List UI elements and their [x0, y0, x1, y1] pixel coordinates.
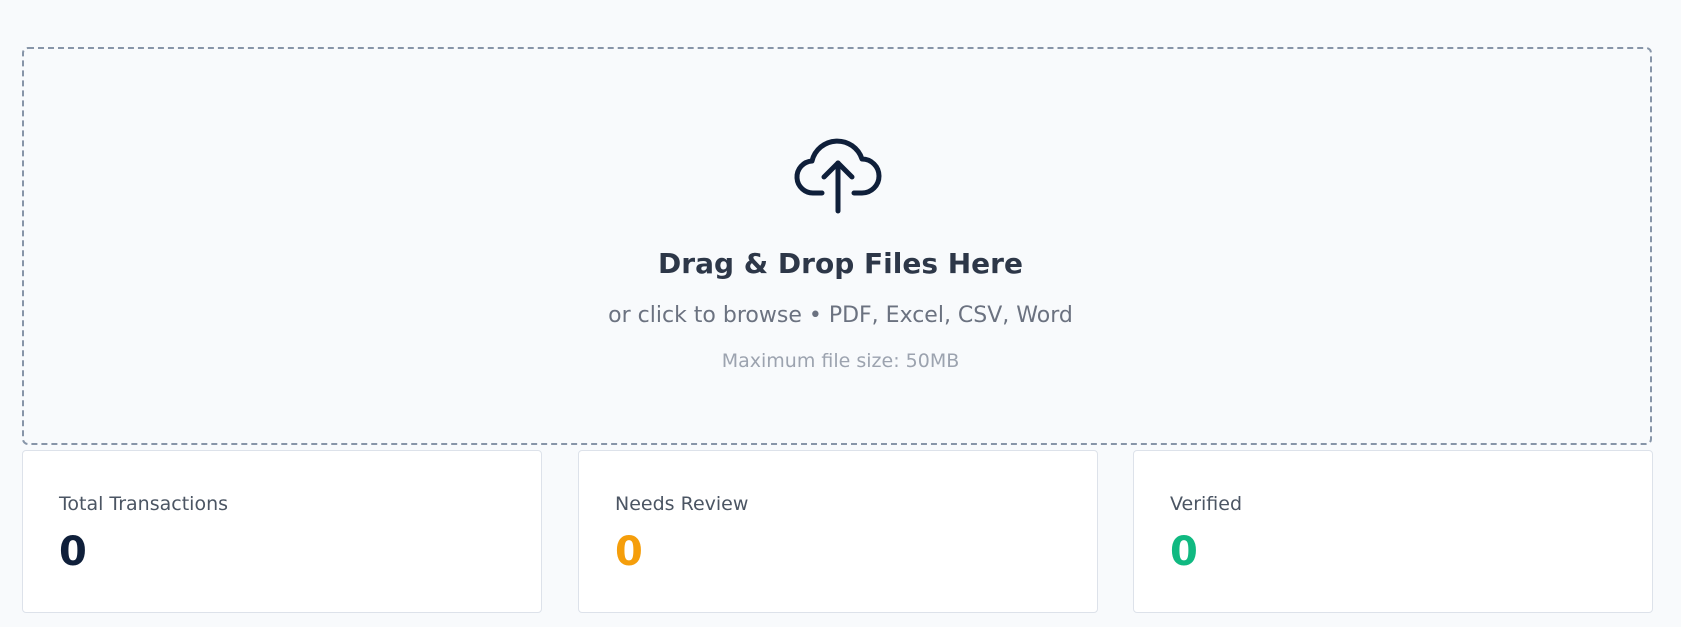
drop-zone-subtitle: or click to browse • PDF, Excel, CSV, Wo…: [608, 303, 1073, 328]
stat-value: 0: [59, 529, 87, 575]
stat-card-total-transactions: Total Transactions 0: [22, 450, 542, 613]
stat-label: Needs Review: [615, 493, 749, 515]
stat-card-verified: Verified 0: [1133, 450, 1653, 613]
stat-label: Verified: [1170, 493, 1243, 515]
stat-label: Total Transactions: [59, 493, 229, 515]
stat-value: 0: [1170, 529, 1198, 575]
cloud-upload-icon: [790, 123, 886, 219]
page: Drag & Drop Files Here or click to brows…: [0, 0, 1681, 627]
stat-card-needs-review: Needs Review 0: [578, 450, 1098, 613]
max-file-size-note: Maximum file size: 50MB: [721, 350, 960, 372]
stat-value: 0: [615, 529, 643, 575]
drop-zone-title: Drag & Drop Files Here: [658, 247, 1023, 280]
